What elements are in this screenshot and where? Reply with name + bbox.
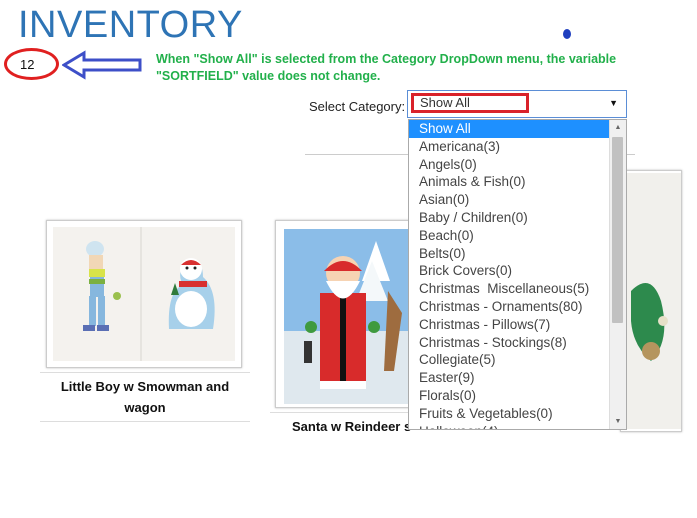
category-option[interactable]: Christmas Miscellaneous(5) (409, 280, 610, 298)
category-option[interactable]: Animals & Fish(0) (409, 173, 610, 191)
scroll-up-icon[interactable]: ▲ (610, 120, 626, 135)
category-option[interactable]: Florals(0) (409, 387, 610, 405)
annotation-arrow-icon (62, 50, 142, 80)
category-option[interactable]: Collegiate(5) (409, 351, 610, 369)
product-card-image[interactable] (620, 170, 682, 432)
category-option[interactable]: Brick Covers(0) (409, 262, 610, 280)
category-option[interactable]: Angels(0) (409, 156, 610, 174)
product-title[interactable]: Santa w Reindeer s (270, 412, 430, 434)
scrollbar-thumb[interactable] (612, 137, 623, 323)
category-option[interactable]: Baby / Children(0) (409, 209, 610, 227)
annotation-note: When "Show All" is selected from the Cat… (156, 52, 617, 83)
category-select-value: Show All (411, 93, 529, 113)
product-image-boy-snowman (53, 227, 235, 361)
category-option[interactable]: Show All (409, 120, 610, 138)
product-image-partial (623, 173, 681, 429)
category-option[interactable]: Beach(0) (409, 227, 610, 245)
category-option[interactable]: Christmas - Pillows(7) (409, 316, 610, 334)
product-title[interactable]: Little Boy w Smowman and wagon (40, 372, 250, 422)
page-title: INVENTORY (18, 4, 243, 46)
product-image-santa (284, 229, 414, 404)
category-option[interactable]: Fruits & Vegetables(0) (409, 405, 610, 423)
sortfield-counter: 12 (4, 48, 59, 80)
product-card-image[interactable] (275, 220, 415, 408)
category-option[interactable]: Asian(0) (409, 191, 610, 209)
category-option[interactable]: Belts(0) (409, 245, 610, 263)
dropdown-scrollbar[interactable]: ▲ ▼ (609, 120, 626, 429)
annotation-dot (563, 29, 571, 39)
category-option[interactable]: Americana(3) (409, 138, 610, 156)
scroll-down-icon[interactable]: ▼ (610, 414, 626, 429)
chevron-down-icon: ▼ (609, 98, 618, 108)
category-option[interactable]: Christmas - Stockings(8) (409, 334, 610, 352)
category-select[interactable]: Show All ▼ (407, 90, 627, 118)
product-card-image[interactable] (46, 220, 242, 368)
category-dropdown-list[interactable]: Show All Americana(3) Angels(0) Animals & F… (408, 119, 627, 430)
category-options: Show All Americana(3) Angels(0) Animals & F… (409, 120, 610, 429)
counter-value: 12 (20, 56, 35, 72)
category-option[interactable]: Easter(9) (409, 369, 610, 387)
category-option[interactable]: Halloween(4) (409, 423, 610, 429)
category-select-label: Select Category: (309, 99, 406, 114)
category-option[interactable]: Christmas - Ornaments(80) (409, 298, 610, 316)
